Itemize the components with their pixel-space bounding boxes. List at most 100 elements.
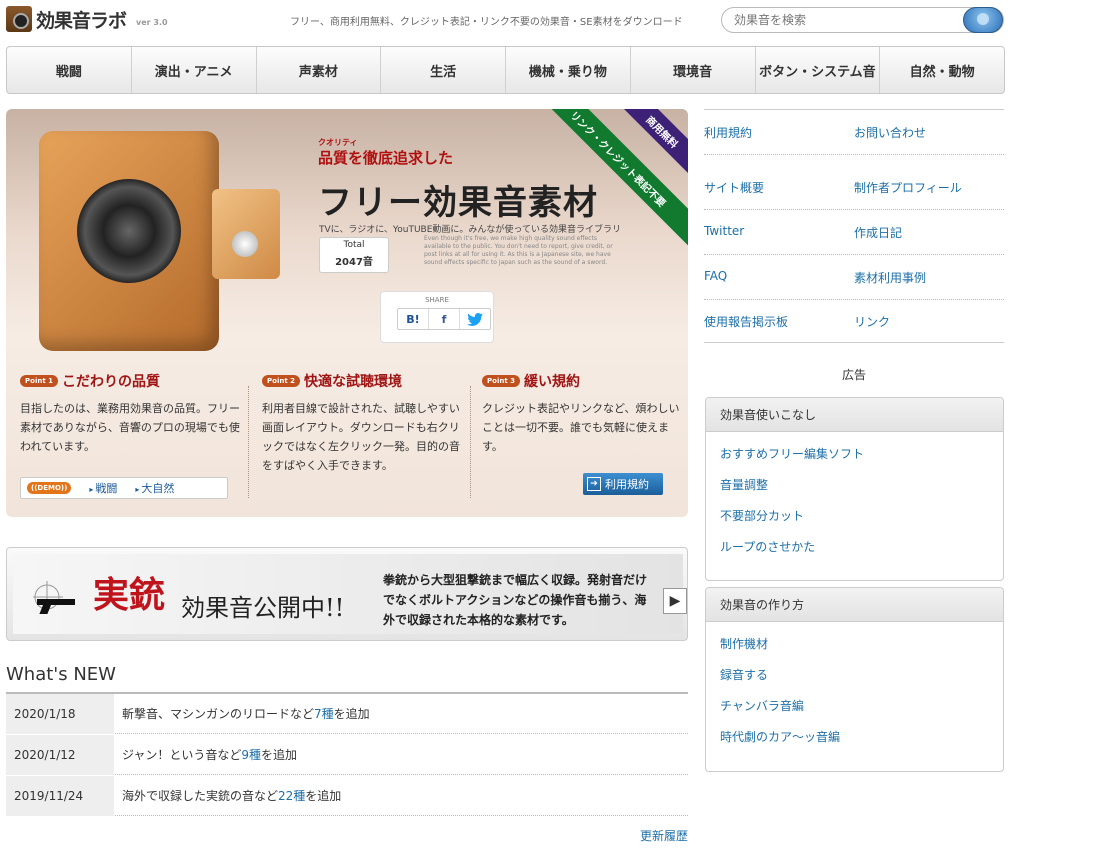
- share-label: SHARE: [425, 296, 449, 304]
- news-count-link[interactable]: 9種: [241, 748, 261, 762]
- update-history-link[interactable]: 更新履歴: [600, 827, 688, 844]
- sidebar-link-links[interactable]: リンク: [854, 313, 890, 330]
- point-badge: Point 1: [20, 375, 58, 387]
- banner-desc: 拳銃から大型狙撃銃まで幅広く収録。発射音だけでなくボルトアクションなどの操作音も…: [383, 573, 648, 627]
- point-text: クレジット表記やリンクなど、煩わしいことは一切不要。誰でも気軽に使えます。: [482, 402, 680, 453]
- terms-button-label: 利用規約: [605, 478, 649, 491]
- sidebar-link-board[interactable]: 使用報告掲示板: [704, 313, 788, 330]
- total-count: 2047音: [335, 257, 373, 268]
- gun-icon: [33, 581, 75, 614]
- sidebar-link-about[interactable]: サイト概要: [704, 179, 764, 196]
- hero-banner: 商用無料 リンク・クレジット表記不要 クオリティ 品質を徹底追求した フリー効果…: [6, 109, 688, 517]
- site-logo[interactable]: 効果音ラボ ver 3.0: [6, 6, 168, 32]
- sidebar-link-row: 利用規約 お問い合わせ: [704, 110, 1004, 155]
- box-link[interactable]: 録音する: [706, 659, 1003, 690]
- terms-button[interactable]: ➔ 利用規約: [583, 473, 663, 495]
- nav-item-voice[interactable]: 声素材: [257, 47, 382, 93]
- news-date: 2019/11/24: [6, 775, 114, 816]
- sidebar-link-row: Twitter 作成日記: [704, 210, 1004, 255]
- nav-item-machine[interactable]: 機械・乗り物: [506, 47, 631, 93]
- version-label: ver 3.0: [136, 17, 168, 27]
- nav-item-anime[interactable]: 演出・アニメ: [132, 47, 257, 93]
- total-counter: Total 2047音: [319, 237, 389, 273]
- demo-link-nature[interactable]: 大自然: [135, 480, 174, 496]
- share-box: SHARE B! f: [380, 291, 494, 343]
- twitter-icon[interactable]: [460, 309, 490, 329]
- banner-inner: 実銃 効果音公開中!! 拳銃から大型狙撃銃まで幅広く収録。発射音だけでなくボルト…: [13, 554, 687, 634]
- search-input[interactable]: [734, 13, 964, 27]
- point-title: 緩い規約: [523, 374, 580, 390]
- nav-item-battle[interactable]: 戦闘: [7, 47, 132, 93]
- play-arrow-icon[interactable]: ▶: [663, 588, 687, 614]
- divider: [248, 386, 249, 498]
- point-title: 快適な試聴環境: [303, 374, 402, 390]
- news-count-link[interactable]: 22種: [278, 789, 305, 803]
- news-heading: What's NEW: [6, 664, 116, 685]
- site-tagline: フリー、商用利用無料、クレジット表記・リンク不要の効果音・SE素材をダウンロード: [290, 17, 683, 28]
- how-to-make-box: 効果音の作り方 制作機材 録音する チャンバラ音編 時代劇のカア〜ッ音編: [705, 587, 1004, 772]
- english-note: Even though it's free, we make high qual…: [424, 235, 613, 266]
- box-link[interactable]: おすすめフリー編集ソフト: [706, 438, 1003, 469]
- box-link[interactable]: 不要部分カット: [706, 500, 1003, 531]
- sidebar-link-examples[interactable]: 素材利用事例: [854, 269, 926, 286]
- logo-text: 効果音ラボ: [36, 9, 127, 32]
- nav-item-nature-animal[interactable]: 自然・動物: [880, 47, 1004, 93]
- small-speaker-image: [212, 189, 280, 279]
- sidebar-link-profile[interactable]: 制作者プロフィール: [854, 179, 962, 196]
- banner-title-red: 実銃: [93, 574, 166, 616]
- sidebar-link-faq[interactable]: FAQ: [704, 269, 727, 283]
- point-2: Point 2 快適な試聴環境 利用者目線で設計された、試聴しやすい画面レイアウト…: [262, 371, 466, 499]
- large-speaker-image: [39, 131, 219, 351]
- box-title: 効果音使いこなし: [706, 398, 1003, 432]
- hatena-bookmark-icon[interactable]: B!: [398, 309, 429, 329]
- hero-title: フリー効果音素材: [318, 183, 598, 223]
- total-label: Total: [343, 240, 365, 250]
- real-gun-banner[interactable]: 実銃 効果音公開中!! 拳銃から大型狙撃銃まで幅広く収録。発射音だけでなくボルト…: [6, 547, 688, 641]
- sidebar-link-twitter[interactable]: Twitter: [704, 224, 744, 238]
- nav-item-life[interactable]: 生活: [381, 47, 506, 93]
- sidebar-link-row: サイト概要 制作者プロフィール: [704, 165, 1004, 210]
- ad-label: 広告: [841, 368, 866, 382]
- knob-icon: [232, 231, 258, 257]
- news-row: 2020/1/18 斬撃音、マシンガンのリロードなど7種を追加: [6, 693, 688, 734]
- category-nav: 戦闘 演出・アニメ 声素材 生活 機械・乗り物 環境音 ボタン・システム音 自然…: [6, 46, 1005, 94]
- sidebar-link-terms[interactable]: 利用規約: [704, 124, 752, 141]
- point-text: 目指したのは、業務用効果音の品質。フリー素材でありながら、音響のプロの現場でも使…: [20, 402, 240, 453]
- news-date: 2020/1/12: [6, 734, 114, 775]
- sidebar-link-row: FAQ 素材利用事例: [704, 255, 1004, 300]
- demo-link-battle[interactable]: 戦闘: [89, 480, 117, 496]
- box-title: 効果音の作り方: [706, 588, 1003, 622]
- news-date: 2020/1/18: [6, 693, 114, 734]
- news-row: 2019/11/24 海外で収録した実銃の音など22種を追加: [6, 775, 688, 816]
- speaker-cone-icon: [77, 179, 181, 283]
- usage-tips-box: 効果音使いこなし おすすめフリー編集ソフト 音量調整 不要部分カット ループのさ…: [705, 397, 1004, 581]
- box-link[interactable]: チャンバラ音編: [706, 690, 1003, 721]
- demo-bar: ((DEMO)) 戦闘 大自然: [20, 477, 228, 499]
- nav-item-button-system[interactable]: ボタン・システム音: [756, 47, 881, 93]
- hero-subtitle: 品質を徹底追求した: [318, 149, 454, 167]
- box-link[interactable]: ループのさせかた: [706, 531, 1003, 562]
- sidebar-link-contact[interactable]: お問い合わせ: [854, 124, 926, 141]
- search-globe-icon[interactable]: [963, 7, 1003, 33]
- box-link[interactable]: 制作機材: [706, 628, 1003, 659]
- sidebar-link-row: 使用報告掲示板 リンク: [704, 299, 1004, 344]
- search-box: [721, 7, 1004, 33]
- point-badge: Point 2: [262, 375, 300, 387]
- news-text: 海外で収録した実銃の音など22種を追加: [122, 789, 342, 803]
- news-count-link[interactable]: 7種: [314, 707, 334, 721]
- speaker-logo-icon: [6, 6, 32, 32]
- facebook-icon[interactable]: f: [429, 309, 460, 329]
- news-row: 2020/1/12 ジャン！という音など9種を追加: [6, 734, 688, 775]
- box-link[interactable]: 音量調整: [706, 469, 1003, 500]
- banner-title: 効果音公開中!!: [181, 594, 345, 622]
- sidebar-link-diary[interactable]: 作成日記: [854, 224, 902, 241]
- hero-desc: TVに、ラジオに、YouTUBE動画に。みんなが使っている効果音ライブラリ: [319, 225, 621, 235]
- news-text: 斬撃音、マシンガンのリロードなど7種を追加: [122, 707, 370, 721]
- divider: [470, 386, 471, 498]
- box-link[interactable]: 時代劇のカア〜ッ音編: [706, 721, 1003, 752]
- sidebar-divider: [704, 342, 1004, 343]
- demo-tag: ((DEMO)): [27, 482, 72, 494]
- nav-item-environment[interactable]: 環境音: [631, 47, 756, 93]
- news-text: ジャン！という音など9種を追加: [122, 748, 298, 762]
- point-text: 利用者目線で設計された、試聴しやすい画面レイアウト。ダウンロードも右クリックでは…: [262, 402, 460, 472]
